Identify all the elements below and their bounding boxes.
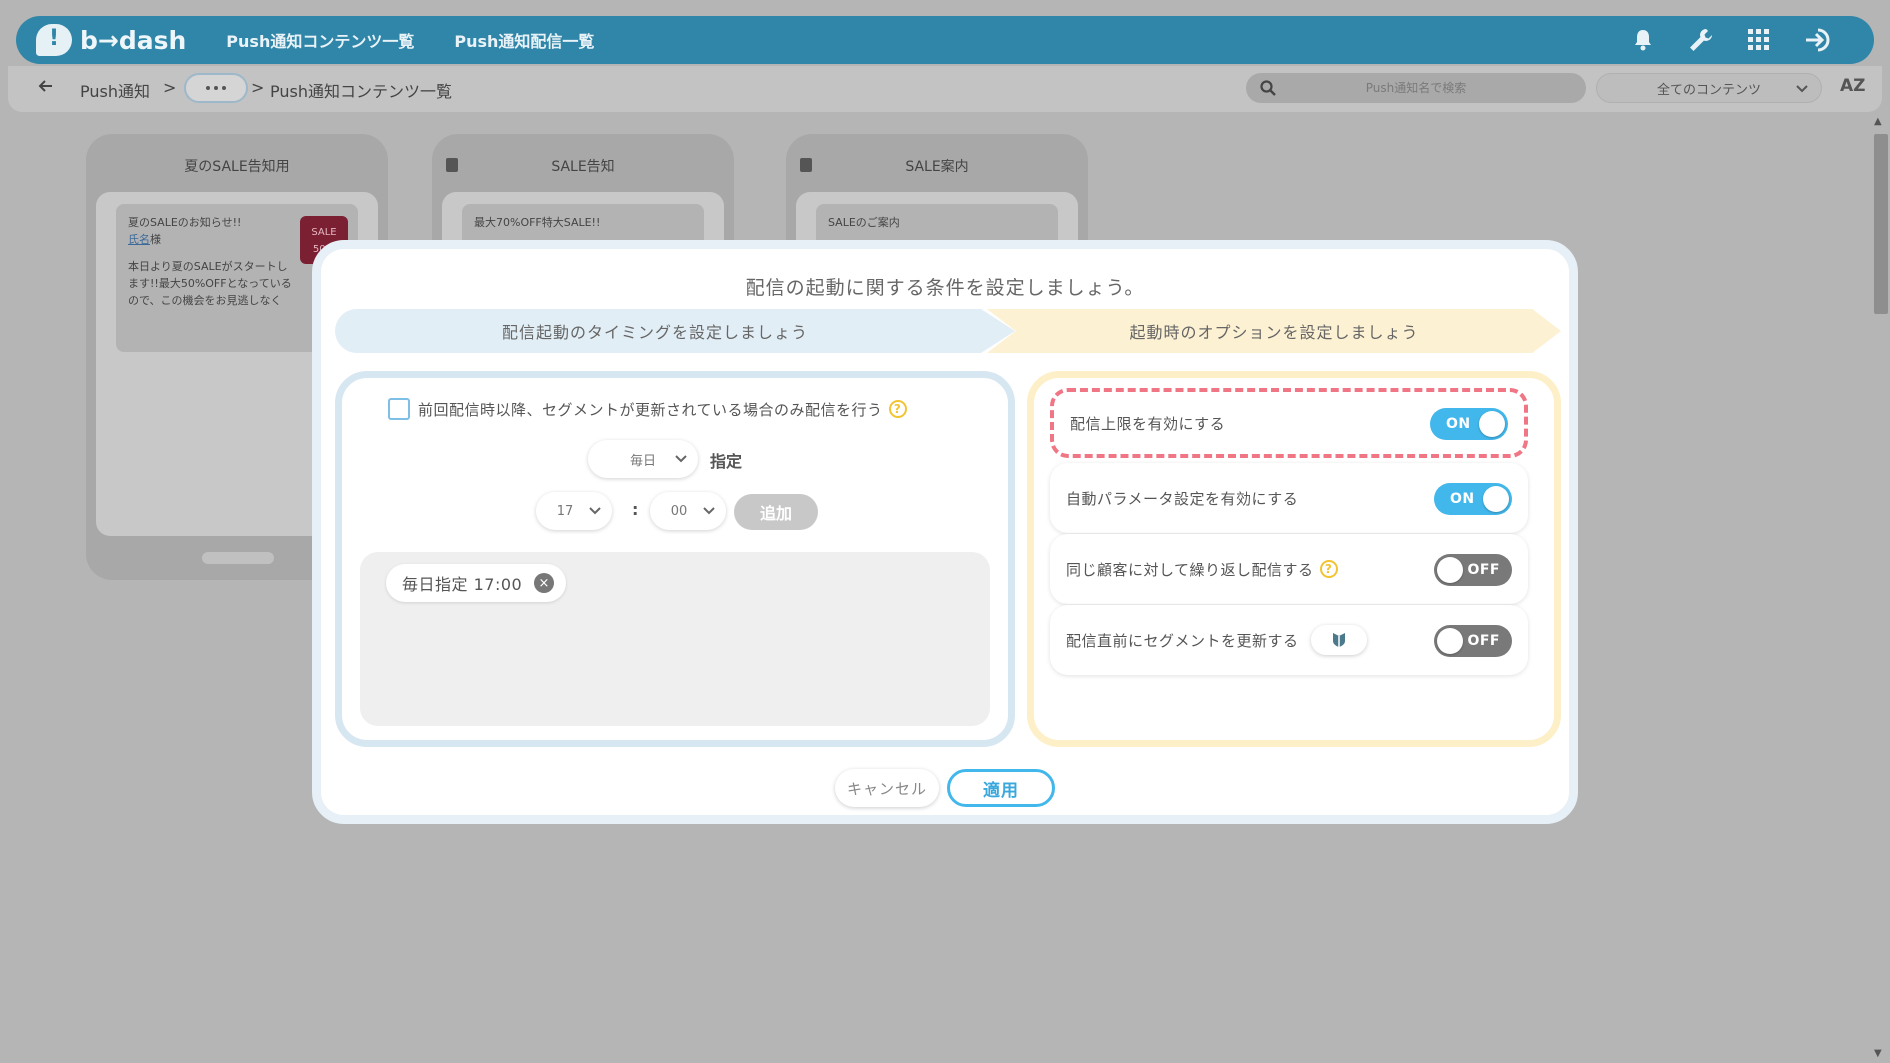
beginner-badge[interactable] <box>1310 625 1367 655</box>
option-auto-parameter: 自動パラメータ設定を有効にする ON <box>1050 463 1528 533</box>
content-filter-select[interactable]: 全てのコンテンツ <box>1596 73 1822 103</box>
grid-icon[interactable] <box>1748 29 1770 51</box>
option-label: 同じ顧客に対して繰り返し配信する <box>1066 560 1314 579</box>
chevron-down-icon <box>703 507 715 515</box>
minute-select[interactable]: 00 <box>650 492 726 530</box>
message-body: 本日より夏のSALEがスタートします!!最大50%OFFとなっているので、この機… <box>128 260 292 307</box>
repeat-delivery-toggle[interactable]: OFF <box>1434 554 1512 586</box>
scroll-thumb[interactable] <box>1874 134 1888 314</box>
toggle-state: OFF <box>1467 562 1500 578</box>
options-panel: 配信上限を有効にする ON 自動パラメータ設定を有効にする ON 同じ顧客に対し… <box>1027 371 1561 747</box>
schedule-chip-area: 毎日指定 17:00 × <box>360 552 990 726</box>
back-arrow-icon[interactable] <box>38 78 54 98</box>
option-segment-refresh: 配信直前にセグメントを更新する OFF <box>1050 605 1528 675</box>
card-handle <box>202 552 274 564</box>
add-time-button[interactable]: 追加 <box>734 494 818 530</box>
timing-panel: 前回配信時以降、セグメントが更新されている場合のみ配信を行う ? 毎日 指定 1… <box>335 371 1015 747</box>
bell-icon[interactable] <box>1632 28 1654 52</box>
logo-bubble-icon <box>36 24 72 56</box>
delivery-limit-toggle[interactable]: ON <box>1430 408 1508 440</box>
cancel-button[interactable]: キャンセル <box>835 769 939 807</box>
segment-update-checkbox[interactable] <box>388 398 410 420</box>
auto-parameter-toggle[interactable]: ON <box>1434 483 1512 515</box>
help-icon[interactable]: ? <box>1319 560 1338 578</box>
toggle-state: OFF <box>1467 633 1500 649</box>
toggle-state: ON <box>1450 491 1475 507</box>
segment-update-checkbox-label[interactable]: 前回配信時以降、セグメントが更新されている場合のみ配信を行う <box>418 399 883 420</box>
message-title: SALEのご案内 <box>828 216 900 229</box>
scroll-down-icon[interactable]: ▼ <box>1874 1048 1882 1059</box>
card-title: SALE告知 <box>551 159 615 175</box>
option-repeat-delivery: 同じ顧客に対して繰り返し配信する ? OFF <box>1050 534 1528 604</box>
breadcrumb-bar: Push通知 > > Push通知コンテンツ一覧 全てのコンテンツ AZ <box>8 66 1882 112</box>
remove-chip-icon[interactable]: × <box>534 573 555 593</box>
breadcrumb-separator: > <box>251 78 265 97</box>
segment-refresh-toggle[interactable]: OFF <box>1434 625 1512 657</box>
top-navigation-bar: b→dash Push通知コンテンツ一覧 Push通知配信一覧 <box>16 16 1874 64</box>
frequency-value: 毎日 <box>629 453 656 469</box>
content-filter-value: 全てのコンテンツ <box>1656 82 1761 98</box>
nav-push-deliveries[interactable]: Push通知配信一覧 <box>454 28 594 52</box>
breadcrumb-push[interactable]: Push通知 <box>80 78 150 102</box>
apply-button[interactable]: 適用 <box>947 769 1055 807</box>
breadcrumb-current: Push通知コンテンツ一覧 <box>270 82 452 101</box>
option-label: 配信上限を有効にする <box>1070 414 1226 433</box>
search-icon <box>1260 80 1276 96</box>
card-title: 夏のSALE告知用 <box>184 159 290 175</box>
search-box <box>1246 73 1586 103</box>
wrench-icon[interactable] <box>1688 27 1714 53</box>
scroll-up-icon[interactable]: ▲ <box>1874 116 1882 127</box>
breadcrumb-separator: > <box>163 78 177 97</box>
beginner-shield-icon <box>1332 633 1345 647</box>
name-link: 氏名 <box>128 233 150 246</box>
step-timing[interactable]: 配信起動のタイミングを設定しましょう <box>335 309 1015 353</box>
name-suffix: 様 <box>150 233 161 246</box>
time-colon: : <box>632 500 639 519</box>
search-input[interactable] <box>1276 81 1556 95</box>
designation-label: 指定 <box>710 452 743 471</box>
logo-text: b→dash <box>80 25 187 55</box>
chevron-down-icon <box>589 507 601 515</box>
page-scrollbar[interactable]: ▲ ▼ <box>1870 114 1890 1063</box>
hour-value: 17 <box>556 503 574 519</box>
option-label: 配信直前にセグメントを更新する <box>1066 631 1299 650</box>
b-dash-logo[interactable]: b→dash <box>36 24 186 56</box>
hour-select[interactable]: 17 <box>536 492 612 530</box>
sort-az-button[interactable]: AZ <box>1840 76 1865 96</box>
help-icon[interactable]: ? <box>888 400 907 418</box>
segment-update-checkbox-row: 前回配信時以降、セグメントが更新されている場合のみ配信を行う ? <box>388 398 907 420</box>
modal-title: 配信の起動に関する条件を設定しましょう。 <box>745 277 1145 299</box>
chevron-down-icon <box>1796 85 1808 93</box>
option-label: 自動パラメータ設定を有効にする <box>1066 489 1299 508</box>
trigger-condition-modal: 配信の起動に関する条件を設定しましょう。 配信起動のタイミングを設定しましょう … <box>312 240 1578 824</box>
breadcrumb-more-button[interactable] <box>184 73 248 103</box>
card-title: SALE案内 <box>905 159 969 175</box>
schedule-chip: 毎日指定 17:00 × <box>386 564 567 602</box>
header-icons <box>1632 27 1834 53</box>
nav-push-contents[interactable]: Push通知コンテンツ一覧 <box>226 28 414 52</box>
message-title: 最大70%OFF特大SALE!! <box>474 216 601 229</box>
minute-value: 00 <box>670 503 688 519</box>
chevron-down-icon <box>675 455 687 463</box>
logout-icon[interactable] <box>1804 27 1834 53</box>
frequency-select[interactable]: 毎日 <box>588 440 698 478</box>
toggle-state: ON <box>1446 416 1471 432</box>
step-options[interactable]: 起動時のオプションを設定しましょう <box>987 309 1561 353</box>
option-delivery-limit: 配信上限を有効にする ON <box>1050 388 1528 458</box>
schedule-chip-label: 毎日指定 17:00 <box>402 575 523 594</box>
